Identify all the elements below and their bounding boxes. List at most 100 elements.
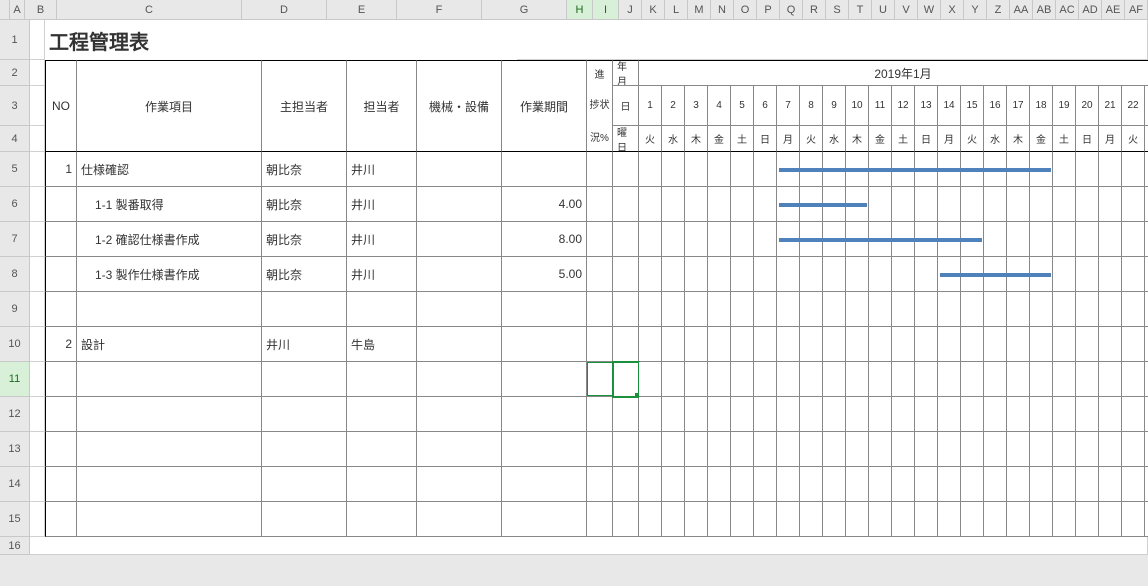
cell-period[interactable]: 5.00 bbox=[502, 257, 587, 292]
cell-hi[interactable] bbox=[613, 397, 639, 432]
col-AF[interactable]: AF bbox=[1125, 0, 1148, 20]
cell-assignee[interactable]: 井川 bbox=[347, 187, 417, 222]
cell-hi[interactable] bbox=[613, 467, 639, 502]
cell-machine[interactable] bbox=[417, 257, 502, 292]
col-AB[interactable]: AB bbox=[1033, 0, 1056, 20]
cell-lead[interactable] bbox=[262, 467, 347, 502]
col-F[interactable]: F bbox=[397, 0, 482, 20]
cell-progress[interactable] bbox=[587, 152, 613, 187]
cell-lead[interactable] bbox=[262, 432, 347, 467]
col-AC[interactable]: AC bbox=[1056, 0, 1079, 20]
cell-no[interactable] bbox=[45, 222, 77, 257]
cell-progress[interactable] bbox=[587, 502, 613, 537]
cell-period[interactable] bbox=[502, 292, 587, 327]
cell-lead[interactable]: 朝比奈 bbox=[262, 187, 347, 222]
col-H[interactable]: H bbox=[567, 0, 593, 20]
cell-no[interactable] bbox=[45, 292, 77, 327]
col-E[interactable]: E bbox=[327, 0, 397, 20]
cell-assignee[interactable] bbox=[347, 467, 417, 502]
row-16[interactable]: 16 bbox=[0, 537, 30, 555]
row-12[interactable]: 12 bbox=[0, 397, 30, 432]
cell-machine[interactable] bbox=[417, 362, 502, 397]
row-13[interactable]: 13 bbox=[0, 432, 30, 467]
cell-period[interactable]: 4.00 bbox=[502, 187, 587, 222]
cell-task[interactable] bbox=[77, 362, 262, 397]
col-K[interactable]: K bbox=[642, 0, 665, 20]
row-7[interactable]: 7 bbox=[0, 222, 30, 257]
cell-no[interactable] bbox=[45, 502, 77, 537]
cell-period[interactable] bbox=[502, 432, 587, 467]
cell-machine[interactable] bbox=[417, 502, 502, 537]
row-1[interactable]: 1 bbox=[0, 20, 30, 60]
cell-assignee[interactable] bbox=[347, 397, 417, 432]
cell-lead[interactable]: 朝比奈 bbox=[262, 222, 347, 257]
cell-lead[interactable]: 朝比奈 bbox=[262, 152, 347, 187]
col-C[interactable]: C bbox=[57, 0, 242, 20]
row-6[interactable]: 6 bbox=[0, 187, 30, 222]
cell-task[interactable] bbox=[77, 292, 262, 327]
row-4[interactable]: 4 bbox=[0, 126, 30, 152]
cell-task[interactable]: 1-2 確認仕様書作成 bbox=[77, 222, 262, 257]
spreadsheet[interactable]: A B C D E F G H I J K L M N O P Q R S T … bbox=[0, 0, 1148, 555]
cell-task[interactable] bbox=[77, 467, 262, 502]
row-2[interactable]: 2 bbox=[0, 60, 30, 86]
cell-no[interactable] bbox=[45, 257, 77, 292]
col-P[interactable]: P bbox=[757, 0, 780, 20]
col-T[interactable]: T bbox=[849, 0, 872, 20]
cell-task[interactable] bbox=[77, 502, 262, 537]
cell-machine[interactable] bbox=[417, 152, 502, 187]
cell-progress[interactable] bbox=[587, 397, 613, 432]
cell-assignee[interactable] bbox=[347, 502, 417, 537]
cell-period[interactable] bbox=[502, 362, 587, 397]
col-N[interactable]: N bbox=[711, 0, 734, 20]
cell-assignee[interactable]: 井川 bbox=[347, 152, 417, 187]
cell-assignee[interactable] bbox=[347, 432, 417, 467]
cell-no[interactable] bbox=[45, 187, 77, 222]
cell-machine[interactable] bbox=[417, 187, 502, 222]
cell-period[interactable] bbox=[502, 502, 587, 537]
col-D[interactable]: D bbox=[242, 0, 327, 20]
row-14[interactable]: 14 bbox=[0, 467, 30, 502]
col-U[interactable]: U bbox=[872, 0, 895, 20]
cell-assignee[interactable] bbox=[347, 292, 417, 327]
cell-assignee[interactable]: 井川 bbox=[347, 222, 417, 257]
cell-no[interactable]: 1 bbox=[45, 152, 77, 187]
cell-hi[interactable] bbox=[613, 502, 639, 537]
cell-progress[interactable] bbox=[587, 292, 613, 327]
col-W[interactable]: W bbox=[918, 0, 941, 20]
cell-machine[interactable] bbox=[417, 467, 502, 502]
cell-machine[interactable] bbox=[417, 292, 502, 327]
row-9[interactable]: 9 bbox=[0, 292, 30, 327]
cell-period[interactable] bbox=[502, 397, 587, 432]
cell-hi[interactable] bbox=[613, 327, 639, 362]
cell-progress[interactable] bbox=[587, 432, 613, 467]
col-V[interactable]: V bbox=[895, 0, 918, 20]
col-I[interactable]: I bbox=[593, 0, 619, 20]
cell-progress[interactable] bbox=[587, 222, 613, 257]
row-11[interactable]: 11 bbox=[0, 362, 30, 397]
cell-no[interactable]: 2 bbox=[45, 327, 77, 362]
col-B[interactable]: B bbox=[25, 0, 57, 20]
col-Q[interactable]: Q bbox=[780, 0, 803, 20]
cell-period[interactable] bbox=[502, 467, 587, 502]
cell-task[interactable]: 仕様確認 bbox=[77, 152, 262, 187]
col-X[interactable]: X bbox=[941, 0, 964, 20]
col-M[interactable]: M bbox=[688, 0, 711, 20]
cell-lead[interactable]: 井川 bbox=[262, 327, 347, 362]
cell-period[interactable]: 8.00 bbox=[502, 222, 587, 257]
row-8[interactable]: 8 bbox=[0, 257, 30, 292]
row-5[interactable]: 5 bbox=[0, 152, 30, 187]
col-R[interactable]: R bbox=[803, 0, 826, 20]
cell-progress[interactable] bbox=[587, 467, 613, 502]
cell-task[interactable] bbox=[77, 397, 262, 432]
cell-machine[interactable] bbox=[417, 397, 502, 432]
col-L[interactable]: L bbox=[665, 0, 688, 20]
cell-progress[interactable] bbox=[587, 257, 613, 292]
cell-hi[interactable] bbox=[613, 257, 639, 292]
cell-task[interactable]: 設計 bbox=[77, 327, 262, 362]
cell-lead[interactable] bbox=[262, 292, 347, 327]
cell-assignee[interactable]: 牛島 bbox=[347, 327, 417, 362]
col-G[interactable]: G bbox=[482, 0, 567, 20]
cell-progress[interactable] bbox=[587, 187, 613, 222]
cell-lead[interactable] bbox=[262, 502, 347, 537]
